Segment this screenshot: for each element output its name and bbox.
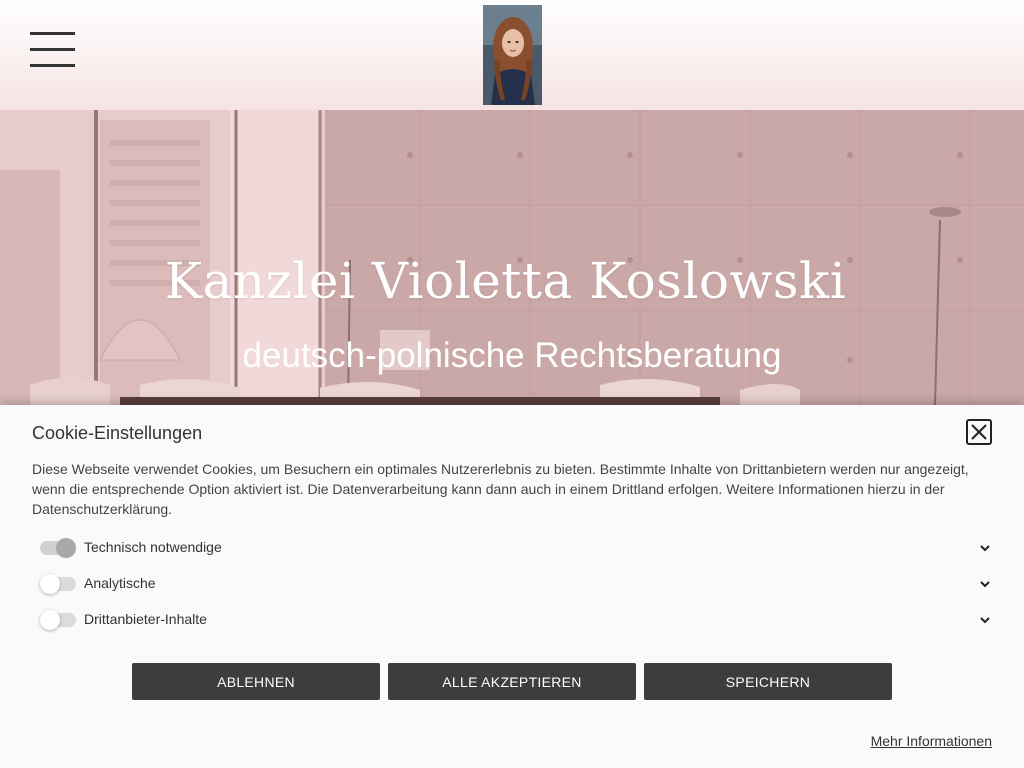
option-label: Drittanbieter-Inhalte <box>84 611 207 627</box>
hero-subtitle: deutsch-polnische Rechtsberatung <box>242 336 782 375</box>
logo-portrait[interactable] <box>483 5 542 105</box>
cookie-consent-panel: Cookie-Einstellungen Diese Webseite verw… <box>0 405 1024 768</box>
option-label: Analytische <box>84 575 156 591</box>
toggle-technisch-notwendige[interactable] <box>40 538 76 558</box>
site-header <box>0 0 1024 110</box>
chevron-down-icon[interactable] <box>978 577 992 591</box>
save-button[interactable]: SPEICHERN <box>644 663 892 700</box>
chevron-down-icon[interactable] <box>978 613 992 627</box>
decline-button[interactable]: ABLEHNEN <box>132 663 380 700</box>
toggle-analytische[interactable] <box>40 574 76 594</box>
option-drittanbieter-inhalte: Drittanbieter-Inhalte <box>40 608 992 632</box>
toggle-drittanbieter-inhalte[interactable] <box>40 610 76 630</box>
cookie-title: Cookie-Einstellungen <box>32 423 203 443</box>
chevron-down-icon[interactable] <box>978 541 992 555</box>
hamburger-menu-icon[interactable] <box>30 32 76 70</box>
option-technisch-notwendige: Technisch notwendige <box>40 536 992 560</box>
hero-title: Kanzlei Violetta Koslowski <box>164 252 847 310</box>
option-label: Technisch notwendige <box>84 539 222 555</box>
hero-banner: Kanzlei Violetta Koslowski deutsch-polni… <box>0 110 1024 410</box>
accept-all-button[interactable]: ALLE AKZEPTIEREN <box>388 663 636 700</box>
close-icon[interactable] <box>966 419 992 445</box>
more-info-link[interactable]: Mehr Informationen <box>871 733 992 749</box>
option-analytische: Analytische <box>40 572 992 596</box>
cookie-description: Diese Webseite verwendet Cookies, um Bes… <box>32 461 969 517</box>
